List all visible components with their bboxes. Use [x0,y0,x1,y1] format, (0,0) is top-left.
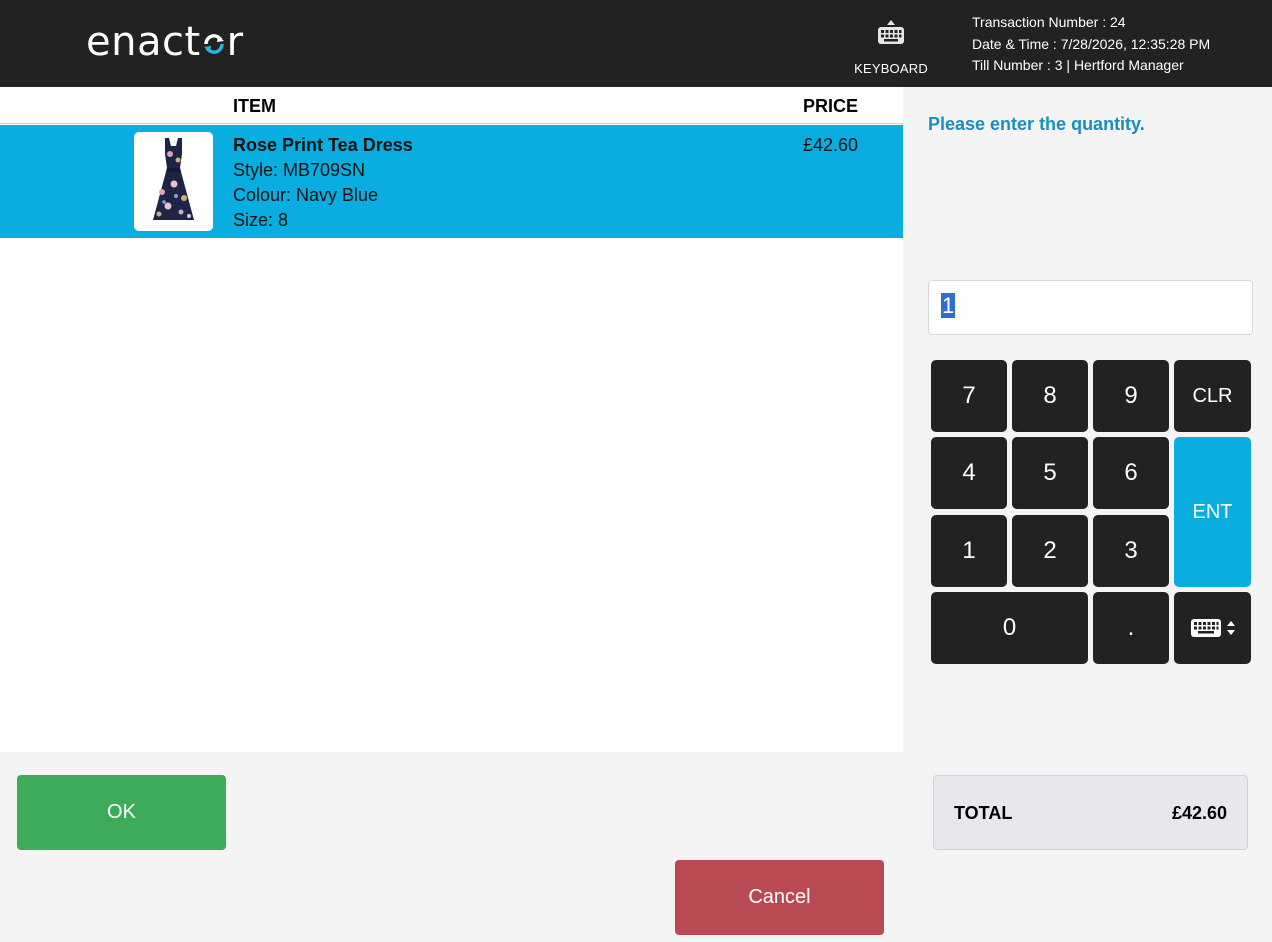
keyboard-button[interactable]: KEYBOARD [848,18,934,80]
keyboard-toggle-icon [1190,619,1235,637]
item-style: Style: MB709SN [233,160,366,180]
quantity-input[interactable]: 1 [928,280,1253,335]
key-4[interactable]: 4 [931,437,1007,509]
item-name: Rose Print Tea Dress [233,135,413,155]
transaction-info: Transaction Number : 24 Date & Time : 7/… [972,12,1210,77]
basket-item-row[interactable]: Rose Print Tea Dress Style: MB709SN Colo… [0,125,903,238]
item-column-header: ITEM [233,96,276,116]
key-2[interactable]: 2 [1012,515,1088,587]
operator-name: Hertford Manager [1073,57,1184,73]
price-column-header: PRICE [802,96,858,116]
transaction-number: Transaction Number : 24 [972,14,1126,30]
key-6[interactable]: 6 [1093,437,1169,509]
key-8[interactable]: 8 [1012,360,1088,432]
till-number: Till Number : 3 [972,57,1063,73]
list-header: ITEM PRICE [0,87,903,124]
top-bar: enact r KEYBOARD Transaction Number : 24 … [0,0,1272,87]
total-label: TOTAL [954,803,1013,823]
total-value: £42.60 [1171,803,1227,823]
key-clear[interactable]: CLR [1174,360,1251,432]
item-colour: Colour: Navy Blue [233,185,379,205]
quantity-value: 1 [941,293,956,318]
till-operator-line: Till Number : 3 | Hertford Manager [972,55,1210,77]
key-0[interactable]: 0 [931,592,1088,664]
key-7[interactable]: 7 [931,360,1007,432]
date-time: Date & Time : 7/28/2026, 12:35:28 PM [972,35,1211,52]
logo-text-end: r [226,19,244,65]
info-separator: | [1066,57,1071,73]
key-3[interactable]: 3 [1093,515,1169,587]
logo-o-icon [202,32,226,56]
ok-button[interactable]: OK [17,775,226,850]
basket-list: ITEM PRICE Rose Print Tea Dress Style: M… [0,87,903,752]
item-price: £42.60 [802,135,858,155]
item-details: Rose Print Tea Dress Style: MB709SN Colo… [233,133,413,233]
keyboard-icon [878,20,904,44]
logo-text-start: enact [86,19,201,65]
key-9[interactable]: 9 [1093,360,1169,432]
product-thumbnail [134,132,213,231]
key-decimal[interactable]: . [1093,592,1169,664]
dress-image [134,132,213,231]
key-5[interactable]: 5 [1012,437,1088,509]
quantity-prompt: Please enter the quantity. [928,114,1145,134]
item-size: Size: 8 [233,210,289,230]
key-1[interactable]: 1 [931,515,1007,587]
enactor-logo: enact r [86,18,244,66]
total-panel: TOTAL £42.60 [933,775,1248,850]
cancel-button[interactable]: Cancel [675,860,884,935]
key-enter[interactable]: ENT [1174,437,1251,587]
keyboard-toggle-button[interactable] [1174,592,1251,664]
keyboard-label: KEYBOARD [854,61,928,76]
